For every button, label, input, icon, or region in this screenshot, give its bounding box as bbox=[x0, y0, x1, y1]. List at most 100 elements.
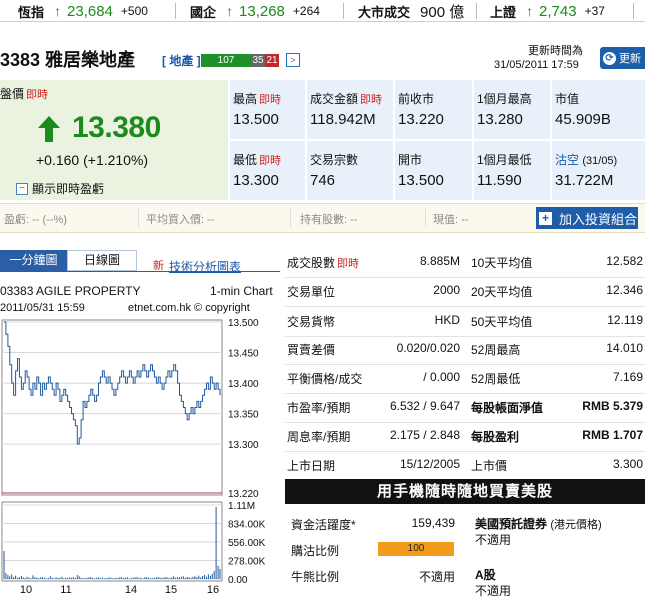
up-arrow-icon: ↑ bbox=[226, 3, 234, 19]
stat-label-2: 上市價 bbox=[471, 459, 508, 473]
price-axis-labels: 13.500 13.450 13.400 13.350 13.300 13.220 bbox=[228, 318, 259, 500]
row-divider bbox=[285, 306, 645, 307]
ticker-change: +37 bbox=[584, 4, 605, 18]
sector-link[interactable]: [ 地產 ] bbox=[162, 52, 201, 69]
divider bbox=[290, 209, 291, 227]
refresh-icon: ⟳ bbox=[603, 51, 616, 65]
a-share-label[interactable]: A股 bbox=[475, 566, 496, 583]
quote-cell-turnover: 成交金額 即時 118.942M bbox=[307, 80, 393, 139]
cell-label: 最低 bbox=[233, 153, 258, 167]
ticker-value: 900 億 bbox=[420, 3, 465, 21]
realtime-pnl-toggle[interactable]: − 顯示即時盈虧 bbox=[16, 180, 104, 197]
price-label: 盤價 即時 bbox=[0, 85, 48, 102]
chart-datetime: 2011/05/31 15:59 bbox=[0, 302, 85, 314]
sector-down-count: 21 bbox=[265, 54, 279, 67]
cell-label: 成交金額 bbox=[310, 92, 359, 106]
us-stock-promo-banner[interactable]: 用手機隨時隨地買賣美股 bbox=[285, 479, 645, 504]
buy-ratio-bar: 100 bbox=[378, 542, 454, 556]
quote-cell-prev-close: 前收市 13.220 bbox=[395, 80, 472, 139]
update-time-label: 更新時間為 bbox=[528, 45, 583, 57]
stat-label-2: 52周最低 bbox=[471, 372, 521, 386]
price-tick-label: 13.400 bbox=[228, 379, 259, 390]
us-depository-label[interactable]: 美國預託證券 (港元價格) bbox=[475, 515, 602, 532]
cell-value: 45.909B bbox=[555, 111, 611, 128]
price-label-text: 盤價 bbox=[0, 87, 25, 101]
volume-tick-label: 1.11M bbox=[228, 501, 255, 512]
add-to-portfolio-button[interactable]: + 加入投資組合 bbox=[536, 207, 638, 229]
ticker-shanghai[interactable]: 上證 ↑ 2,743 +37 bbox=[490, 0, 605, 22]
row-divider bbox=[285, 336, 645, 337]
cell-value: 31.722M bbox=[555, 172, 614, 189]
ticker-value: 13,268 bbox=[239, 2, 285, 20]
bull-bear-value: 不適用 bbox=[418, 570, 455, 584]
time-tick-label: 16 bbox=[207, 584, 219, 596]
stat-value: 2000 bbox=[433, 283, 460, 297]
refresh-button[interactable]: ⟳ 更新 bbox=[600, 47, 645, 69]
stat-value-2: 14.010 bbox=[606, 341, 643, 355]
ticker-value: 2,743 bbox=[539, 2, 577, 20]
stat-label-text: 上市日期 bbox=[287, 459, 336, 473]
quote-cell-open: 開市 13.500 bbox=[395, 141, 472, 200]
quote-cell-market-cap: 市值 45.909B bbox=[552, 80, 645, 139]
stat-label-2: 50天平均值 bbox=[471, 315, 533, 329]
stat-value: / 0.000 bbox=[423, 370, 460, 384]
row-divider bbox=[285, 364, 645, 365]
sector-breadth-bar: 107 35 21 bbox=[201, 54, 279, 67]
stat-value-2: 12.119 bbox=[607, 313, 643, 327]
stat-label: 周息率/預期 bbox=[287, 428, 350, 445]
cell-value: 13.300 bbox=[233, 172, 279, 189]
us-depository-value: 不適用 bbox=[475, 533, 512, 547]
stat-label-text: 買賣差價 bbox=[287, 343, 336, 357]
stat-value-2: 12.346 bbox=[606, 283, 643, 297]
add-to-portfolio-label: 加入投資組合 bbox=[559, 211, 638, 227]
stat-value: 0.020/0.020 bbox=[396, 341, 460, 355]
ticker-market-turnover[interactable]: 大市成交 900 億 bbox=[358, 0, 464, 22]
quote-cell-short-selling: 沽空 (31/05) 31.722M bbox=[552, 141, 645, 200]
stat-label: 上市日期 bbox=[287, 457, 335, 474]
index-ticker-bar: 恆指 ↑ 23,684 +500 國企 ↑ 13,268 +264 大市成交 9… bbox=[0, 0, 645, 22]
technical-analysis-link[interactable]: 技術分析圖表 bbox=[169, 258, 241, 275]
price-tick-label: 13.500 bbox=[228, 318, 259, 329]
up-arrow-icon: ↑ bbox=[526, 3, 534, 19]
bull-bear-label: 牛熊比例 bbox=[291, 570, 340, 584]
realtime-tag: 即時 bbox=[259, 94, 282, 106]
sector-next-icon[interactable]: > bbox=[286, 53, 300, 67]
short-selling-link[interactable]: 沽空 bbox=[555, 153, 579, 167]
stat-value-2: 3.300 bbox=[612, 457, 643, 471]
stat-value-2: 7.169 bbox=[612, 370, 643, 384]
price-tick-label: 13.300 bbox=[228, 440, 259, 451]
ticker-divider bbox=[175, 3, 176, 19]
realtime-tag: 即時 bbox=[26, 89, 49, 101]
stat-label: 交易單位 bbox=[287, 283, 335, 300]
time-tick-label: 15 bbox=[165, 584, 177, 596]
time-axis-labels: 10 11 14 15 16 bbox=[20, 584, 219, 596]
stat-label-2: 每股盈利 bbox=[471, 430, 520, 444]
stat-label-2: 20天平均值 bbox=[471, 285, 533, 299]
ticker-hsi[interactable]: 恆指 ↑ 23,684 +500 bbox=[18, 0, 148, 22]
cell-value: 118.942M bbox=[310, 111, 376, 128]
plus-icon: + bbox=[539, 211, 552, 225]
quote-cell-1m-high: 1個月最高 13.280 bbox=[474, 80, 550, 139]
tab-daily-chart[interactable]: 日線圖 bbox=[67, 250, 137, 271]
stat-label: 買賣差價 bbox=[287, 341, 335, 358]
ticker-divider bbox=[633, 3, 634, 19]
price-tick-label: 13.450 bbox=[228, 349, 259, 360]
stock-title: 3383 雅居樂地產 bbox=[0, 50, 136, 70]
stat-label-text: 周息率/預期 bbox=[287, 430, 351, 444]
portfolio-pnl: 盈虧: -- (--%) bbox=[4, 214, 67, 226]
ticker-name: 恆指 bbox=[18, 4, 45, 20]
stat-value: HKD bbox=[434, 313, 460, 327]
volume-tick-label: 556.00K bbox=[228, 538, 266, 549]
sector-up-count: 107 bbox=[201, 54, 251, 67]
current-price: 13.380 bbox=[72, 111, 161, 144]
us-depository-note: (港元價格) bbox=[550, 519, 602, 531]
ticker-hscei[interactable]: 國企 ↑ 13,268 +264 bbox=[190, 0, 320, 22]
stat-label: 市盈率/預期 bbox=[287, 399, 350, 416]
price-chart-frame bbox=[1, 319, 223, 496]
row-divider bbox=[285, 451, 645, 452]
stat-label-2: 10天平均值 bbox=[471, 256, 533, 270]
tab-minute-chart[interactable]: 一分鐘圖 bbox=[0, 250, 67, 271]
cell-value: 13.500 bbox=[233, 111, 279, 128]
ticker-divider bbox=[476, 3, 477, 19]
short-selling-date: (31/05) bbox=[582, 155, 618, 167]
